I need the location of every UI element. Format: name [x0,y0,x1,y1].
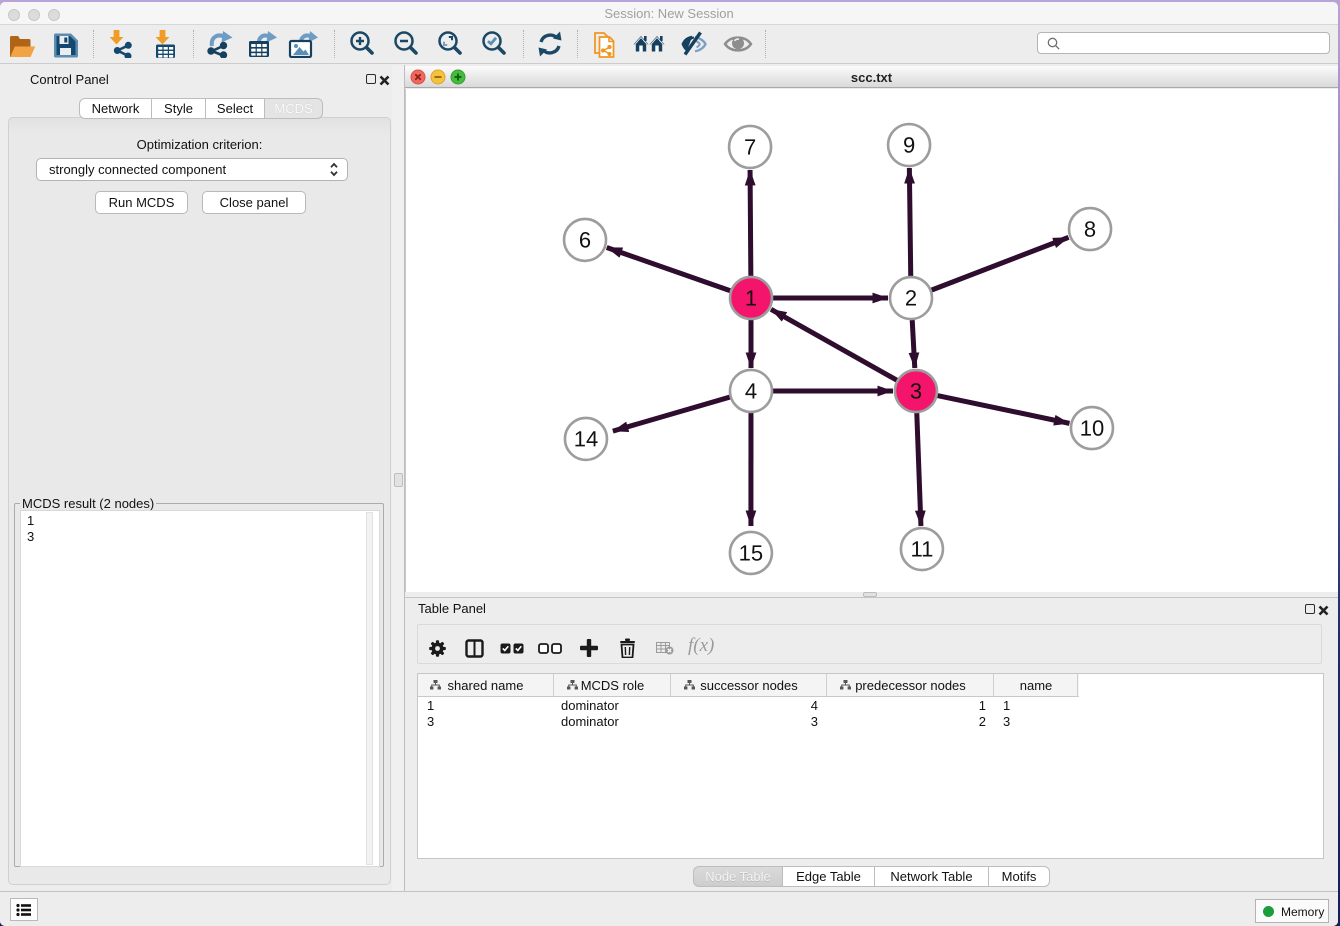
svg-text:7: 7 [744,134,756,159]
svg-text:1: 1 [745,285,757,310]
svg-text:8: 8 [1084,217,1096,242]
svg-text:3: 3 [910,379,922,404]
svg-text:11: 11 [911,537,934,562]
svg-text:4: 4 [745,378,757,403]
svg-text:15: 15 [739,540,763,565]
svg-text:2: 2 [905,286,917,311]
svg-text:9: 9 [903,133,915,158]
svg-text:10: 10 [1080,416,1104,441]
svg-text:14: 14 [574,426,598,451]
svg-text:6: 6 [579,227,591,252]
